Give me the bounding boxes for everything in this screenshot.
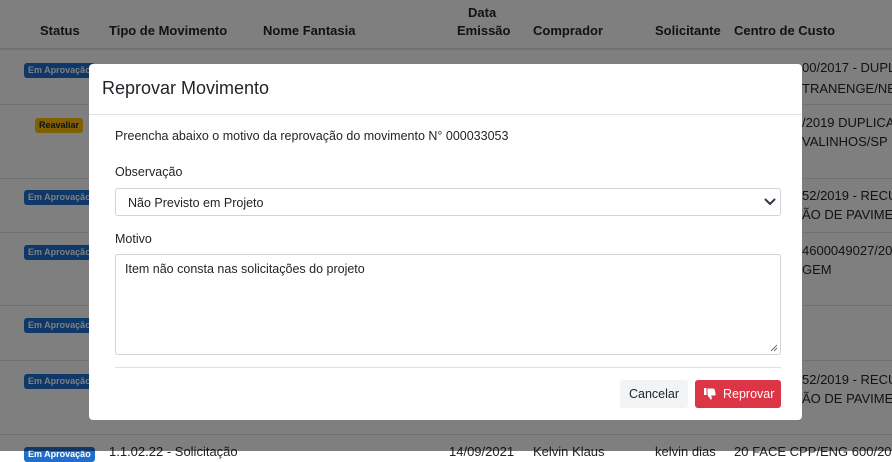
observacao-select[interactable]: Não Previsto em Projeto xyxy=(115,188,781,216)
observacao-selected-value: Não Previsto em Projeto xyxy=(128,196,264,210)
thumbs-down-icon xyxy=(704,388,716,400)
motivo-label: Motivo xyxy=(115,232,152,246)
reprovacao-intro-text: Preencha abaixo o motivo da reprovação d… xyxy=(115,129,509,143)
cancel-button[interactable]: Cancelar xyxy=(620,380,688,408)
reprovar-button-label: Reprovar xyxy=(723,387,775,401)
motivo-text-value: Item não consta nas solicitações do proj… xyxy=(125,262,365,276)
reprovar-modal: Reprovar Movimento Preencha abaixo o mot… xyxy=(89,64,802,420)
footer-divider xyxy=(115,367,781,368)
motivo-textarea[interactable]: Item não consta nas solicitações do proj… xyxy=(115,254,781,355)
modal-header: Reprovar Movimento xyxy=(89,64,802,115)
modal-title: Reprovar Movimento xyxy=(102,78,270,98)
observacao-label: Observação xyxy=(115,165,183,179)
reprovar-button[interactable]: Reprovar xyxy=(695,380,781,408)
resize-grip-icon[interactable] xyxy=(770,344,778,352)
chevron-down-icon xyxy=(764,198,776,205)
